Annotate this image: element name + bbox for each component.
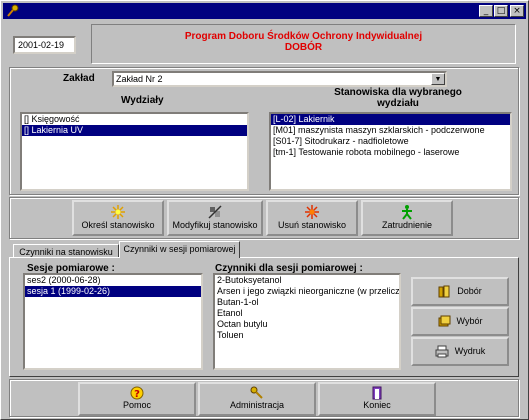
sparkle-icon xyxy=(111,205,125,219)
pomoc-label: Pomoc xyxy=(122,400,151,410)
zaklad-select[interactable]: Zakład Nr 2 ▼ xyxy=(112,71,447,87)
zaklad-label: Zakład xyxy=(63,73,95,84)
czynniki-list[interactable]: 2-Butoksyetanol Arsen i jego związki nie… xyxy=(213,273,401,370)
list-item[interactable]: Etanol xyxy=(215,308,399,319)
person-icon xyxy=(402,205,412,220)
delete-burst-icon xyxy=(305,205,319,219)
administracja-label: Administracja xyxy=(229,400,285,410)
header-title: Program Doboru Środków Ochrony Indywidua… xyxy=(184,31,423,42)
koniec-label: Koniec xyxy=(363,400,391,410)
wydruk-button[interactable]: Wydruk xyxy=(411,337,509,366)
wydruk-label: Wydruk xyxy=(454,346,486,356)
list-item[interactable]: [L-02] Lakiernik xyxy=(271,114,510,125)
wybor-label: Wybór xyxy=(456,316,483,326)
chevron-down-icon[interactable]: ▼ xyxy=(431,73,445,85)
list-item[interactable]: [] Księgowość xyxy=(22,114,247,125)
zatrudnienie-button[interactable]: Zatrudnienie xyxy=(361,200,453,236)
zaklad-select-value: Zakład Nr 2 xyxy=(116,74,163,84)
tools-icon xyxy=(208,205,222,219)
close-button[interactable]: × xyxy=(510,5,524,17)
help-icon: ? xyxy=(130,386,144,400)
printer-icon xyxy=(435,345,449,358)
usun-stanowisko-button[interactable]: Usuń stanowisko xyxy=(266,200,358,236)
header-panel: Program Doboru Środków Ochrony Indywidua… xyxy=(91,24,516,64)
list-item[interactable]: 2-Butoksyetanol xyxy=(215,275,399,286)
stanowiska-label-line1: Stanowiska dla wybranego xyxy=(334,87,462,98)
main-window: _ □ × 2001-02-19 Program Doboru Środków … xyxy=(0,0,529,420)
app-key-icon xyxy=(7,4,19,17)
dobor-label: Dobór xyxy=(457,286,482,296)
tab-czynniki-w-sesji[interactable]: Czynniki w sesji pomiarowej xyxy=(119,241,240,258)
modyfikuj-stanowisko-button[interactable]: Modyfikuj stanowisko xyxy=(167,200,263,236)
sesje-list[interactable]: ses2 (2000-06-28) sesja 1 (1999-02-26) xyxy=(23,273,203,370)
list-item[interactable]: [tm-1] Testowanie robota mobilnego - las… xyxy=(271,147,510,158)
stanowiska-list[interactable]: [L-02] Lakiernik [M01] maszynista maszyn… xyxy=(269,112,512,191)
modyfikuj-label: Modyfikuj stanowisko xyxy=(172,220,258,230)
okresl-stanowisko-button[interactable]: Określ stanowisko xyxy=(72,200,164,236)
svg-text:?: ? xyxy=(134,389,140,400)
koniec-button[interactable]: Koniec xyxy=(318,382,436,416)
pomoc-button[interactable]: ? Pomoc xyxy=(78,382,196,416)
list-item[interactable]: sesja 1 (1999-02-26) xyxy=(25,286,201,297)
list-item[interactable]: Butan-1-ol xyxy=(215,297,399,308)
list-item[interactable]: Toluen xyxy=(215,330,399,341)
usun-label: Usuń stanowisko xyxy=(277,220,347,230)
minimize-button[interactable]: _ xyxy=(479,5,493,17)
tab-czynniki-na-stanowisku[interactable]: Czynniki na stanowisku xyxy=(13,244,119,258)
list-item[interactable]: Octan butylu xyxy=(215,319,399,330)
stanowiska-label-line2: wydziału xyxy=(377,98,419,109)
wybor-button[interactable]: Wybór xyxy=(411,307,509,336)
list-item[interactable]: ses2 (2000-06-28) xyxy=(25,275,201,286)
header-subtitle: DOBÓR xyxy=(284,42,323,53)
dobor-button[interactable]: Dobór xyxy=(411,277,509,306)
exit-door-icon xyxy=(372,386,382,400)
stanowiska-label: Stanowiska dla wybranego wydziału xyxy=(323,87,473,109)
list-item[interactable]: [] Lakiernia UV xyxy=(22,125,247,136)
folder-stack-icon xyxy=(438,315,451,327)
title-bar[interactable]: _ □ × xyxy=(3,3,526,19)
list-item[interactable]: [M01] maszynista maszyn szklarskich - po… xyxy=(271,125,510,136)
maximize-button[interactable]: □ xyxy=(494,5,508,17)
wydzialy-label: Wydziały xyxy=(121,95,164,106)
okresl-label: Określ stanowisko xyxy=(81,220,155,230)
list-item[interactable]: [S01-7] Sitodrukarz - nadfioletowe xyxy=(271,136,510,147)
zatrudnienie-label: Zatrudnienie xyxy=(381,220,433,230)
key-icon xyxy=(250,386,263,399)
books-icon xyxy=(438,285,450,298)
administracja-button[interactable]: Administracja xyxy=(198,382,316,416)
date-field[interactable]: 2001-02-19 xyxy=(13,36,76,54)
wydzialy-list[interactable]: [] Księgowość [] Lakiernia UV xyxy=(20,112,249,191)
list-item[interactable]: Arsen i jego związki nieorganiczne (w pr… xyxy=(215,286,399,297)
